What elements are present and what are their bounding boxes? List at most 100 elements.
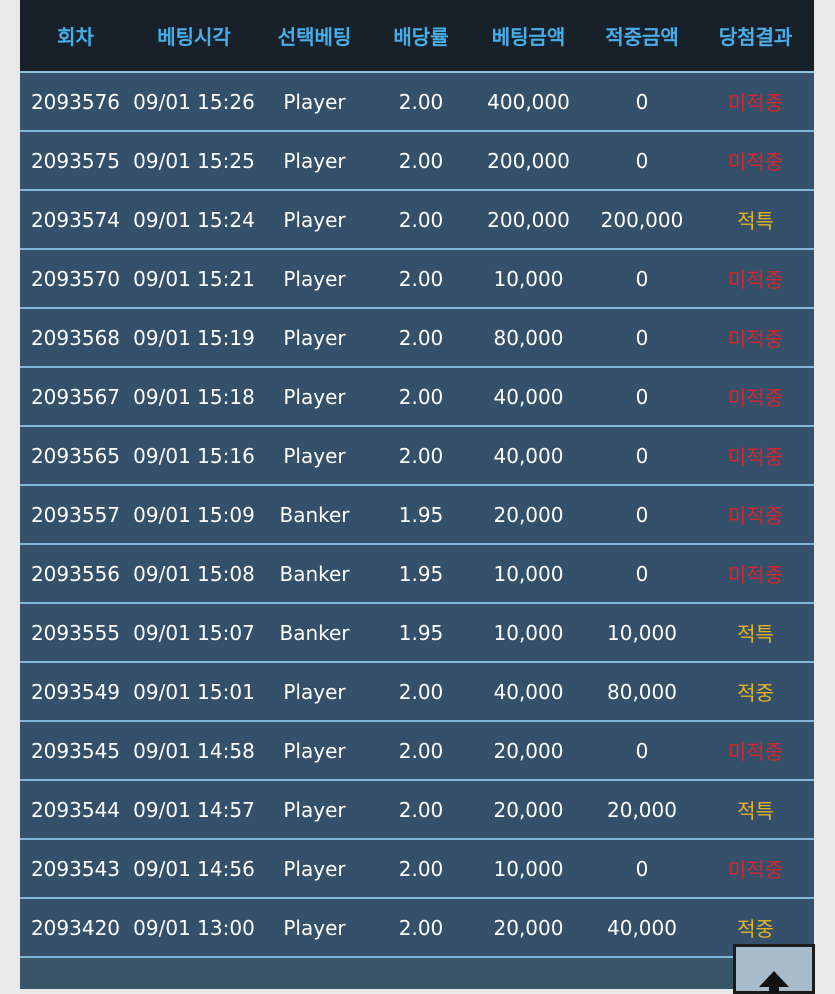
header-win-amount: 적중금액: [587, 0, 697, 73]
betting-history-table: 회차 베팅시각 선택베팅 배당률 베팅금액 적중금액 당첨결과 2093576 0…: [20, 0, 814, 958]
cell-round: 2093568: [30, 325, 121, 350]
cell-bet-amount: 20,000: [493, 797, 564, 822]
cell-pick: Player: [283, 797, 346, 822]
table-body: 2093576 09/01 15:26 Player 2.00 400,000 0 미적중 2…: [20, 72, 814, 957]
cell-bet-amount: 40,000: [493, 443, 564, 468]
cell-pick: Player: [283, 207, 346, 232]
cell-round: 2093565: [30, 443, 121, 468]
cell-round: 2093556: [30, 561, 121, 586]
cell-win-amount: 20,000: [607, 797, 677, 822]
cell-round: 2093576: [30, 89, 121, 114]
cell-bet-time: 09/01 15:09: [133, 502, 255, 527]
header-bet-time: 베팅시각: [131, 0, 257, 73]
cell-bet-amount: 10,000: [493, 561, 564, 586]
cell-round: 2093555: [30, 620, 121, 645]
betting-history-table-container: 회차 베팅시각 선택베팅 배당률 베팅금액 적중금액 당첨결과 2093576 0…: [20, 0, 814, 989]
cell-pick: Banker: [279, 502, 350, 527]
cell-win-amount: 0: [635, 384, 649, 409]
cell-odds: 2.00: [398, 89, 444, 114]
cell-odds: 2.00: [398, 207, 444, 232]
arrow-up-icon: [759, 971, 789, 993]
cell-win-amount: 0: [635, 148, 649, 173]
scroll-top-button[interactable]: [733, 944, 815, 994]
cell-round: 2093557: [30, 502, 121, 527]
cell-bet-amount: 20,000: [493, 738, 564, 763]
cell-bet-time: 09/01 15:25: [133, 148, 255, 173]
cell-bet-time: 09/01 15:16: [133, 443, 255, 468]
cell-result: 미적중: [727, 386, 784, 410]
cell-bet-amount: 10,000: [493, 856, 564, 881]
cell-round: 2093570: [30, 266, 121, 291]
cell-win-amount: 0: [635, 89, 649, 114]
cell-win-amount: 80,000: [607, 679, 677, 704]
cell-result: 미적중: [727, 740, 784, 764]
cell-odds: 2.00: [398, 325, 444, 350]
cell-bet-time: 09/01 15:26: [133, 89, 255, 114]
cell-bet-time: 09/01 15:07: [133, 620, 255, 645]
table-row: 2093556 09/01 15:08 Banker 1.95 10,000 0 미적중: [20, 544, 814, 603]
header-bet-amount: 베팅금액: [470, 0, 587, 73]
table-header-row: 회차 베팅시각 선택베팅 배당률 베팅금액 적중금액 당첨결과: [20, 0, 814, 73]
table-row: 2093570 09/01 15:21 Player 2.00 10,000 0 미적중: [20, 249, 814, 308]
cell-bet-amount: 40,000: [493, 384, 564, 409]
cell-odds: 2.00: [398, 148, 444, 173]
cell-win-amount: 0: [635, 443, 649, 468]
cell-bet-time: 09/01 13:00: [133, 915, 255, 940]
cell-pick: Player: [283, 856, 346, 881]
cell-result: 적특: [737, 209, 774, 233]
cell-pick: Player: [283, 325, 346, 350]
header-round: 회차: [20, 0, 131, 73]
cell-bet-amount: 20,000: [493, 502, 564, 527]
cell-bet-amount: 40,000: [493, 679, 564, 704]
cell-result: 미적중: [727, 445, 784, 469]
table-row: 2093555 09/01 15:07 Banker 1.95 10,000 10,000…: [20, 603, 814, 662]
cell-win-amount: 0: [635, 266, 649, 291]
cell-result: 미적중: [727, 268, 784, 292]
table-row: 2093545 09/01 14:58 Player 2.00 20,000 0 미적중: [20, 721, 814, 780]
cell-round: 2093545: [30, 738, 121, 763]
cell-round: 2093544: [30, 797, 121, 822]
table-row: 2093575 09/01 15:25 Player 2.00 200,000 0 미적중: [20, 131, 814, 190]
cell-win-amount: 0: [635, 502, 649, 527]
cell-bet-time: 09/01 14:57: [133, 797, 255, 822]
table-row: 2093568 09/01 15:19 Player 2.00 80,000 0 미적중: [20, 308, 814, 367]
cell-bet-time: 09/01 15:18: [133, 384, 255, 409]
table-row: 2093574 09/01 15:24 Player 2.00 200,000 200,0…: [20, 190, 814, 249]
header-result: 당첨결과: [697, 0, 814, 73]
cell-pick: Player: [283, 738, 346, 763]
cell-odds: 1.95: [398, 620, 444, 645]
cell-win-amount: 40,000: [607, 915, 677, 940]
cell-bet-amount: 80,000: [493, 325, 564, 350]
cell-bet-amount: 20,000: [493, 915, 564, 940]
cell-result: 미적중: [727, 327, 784, 351]
cell-bet-time: 09/01 15:01: [133, 679, 255, 704]
cell-odds: 2.00: [398, 679, 444, 704]
header-odds: 배당률: [372, 0, 470, 73]
cell-result: 미적중: [727, 858, 784, 882]
cell-odds: 1.95: [398, 502, 444, 527]
cell-win-amount: 10,000: [607, 620, 677, 645]
cell-bet-time: 09/01 15:08: [133, 561, 255, 586]
cell-win-amount: 0: [635, 561, 649, 586]
cell-round: 2093574: [30, 207, 121, 232]
table-row: 2093557 09/01 15:09 Banker 1.95 20,000 0 미적중: [20, 485, 814, 544]
cell-result: 적특: [737, 622, 774, 646]
cell-bet-amount: 10,000: [493, 620, 564, 645]
cell-round: 2093543: [30, 856, 121, 881]
cell-result: 미적중: [727, 91, 784, 115]
cell-result: 적특: [737, 799, 774, 823]
cell-pick: Player: [283, 89, 346, 114]
cell-pick: Player: [283, 266, 346, 291]
cell-round: 2093575: [30, 148, 121, 173]
cell-odds: 2.00: [398, 797, 444, 822]
table-row: 2093420 09/01 13:00 Player 2.00 20,000 40,000…: [20, 898, 814, 957]
cell-pick: Player: [283, 384, 346, 409]
cell-odds: 2.00: [398, 738, 444, 763]
cell-bet-amount: 400,000: [487, 89, 570, 114]
cell-pick: Banker: [279, 561, 350, 586]
cell-round: 2093420: [30, 915, 121, 940]
cell-result: 미적중: [727, 563, 784, 587]
cell-odds: 1.95: [398, 561, 444, 586]
cell-result: 미적중: [727, 150, 784, 174]
cell-bet-time: 09/01 14:58: [133, 738, 255, 763]
